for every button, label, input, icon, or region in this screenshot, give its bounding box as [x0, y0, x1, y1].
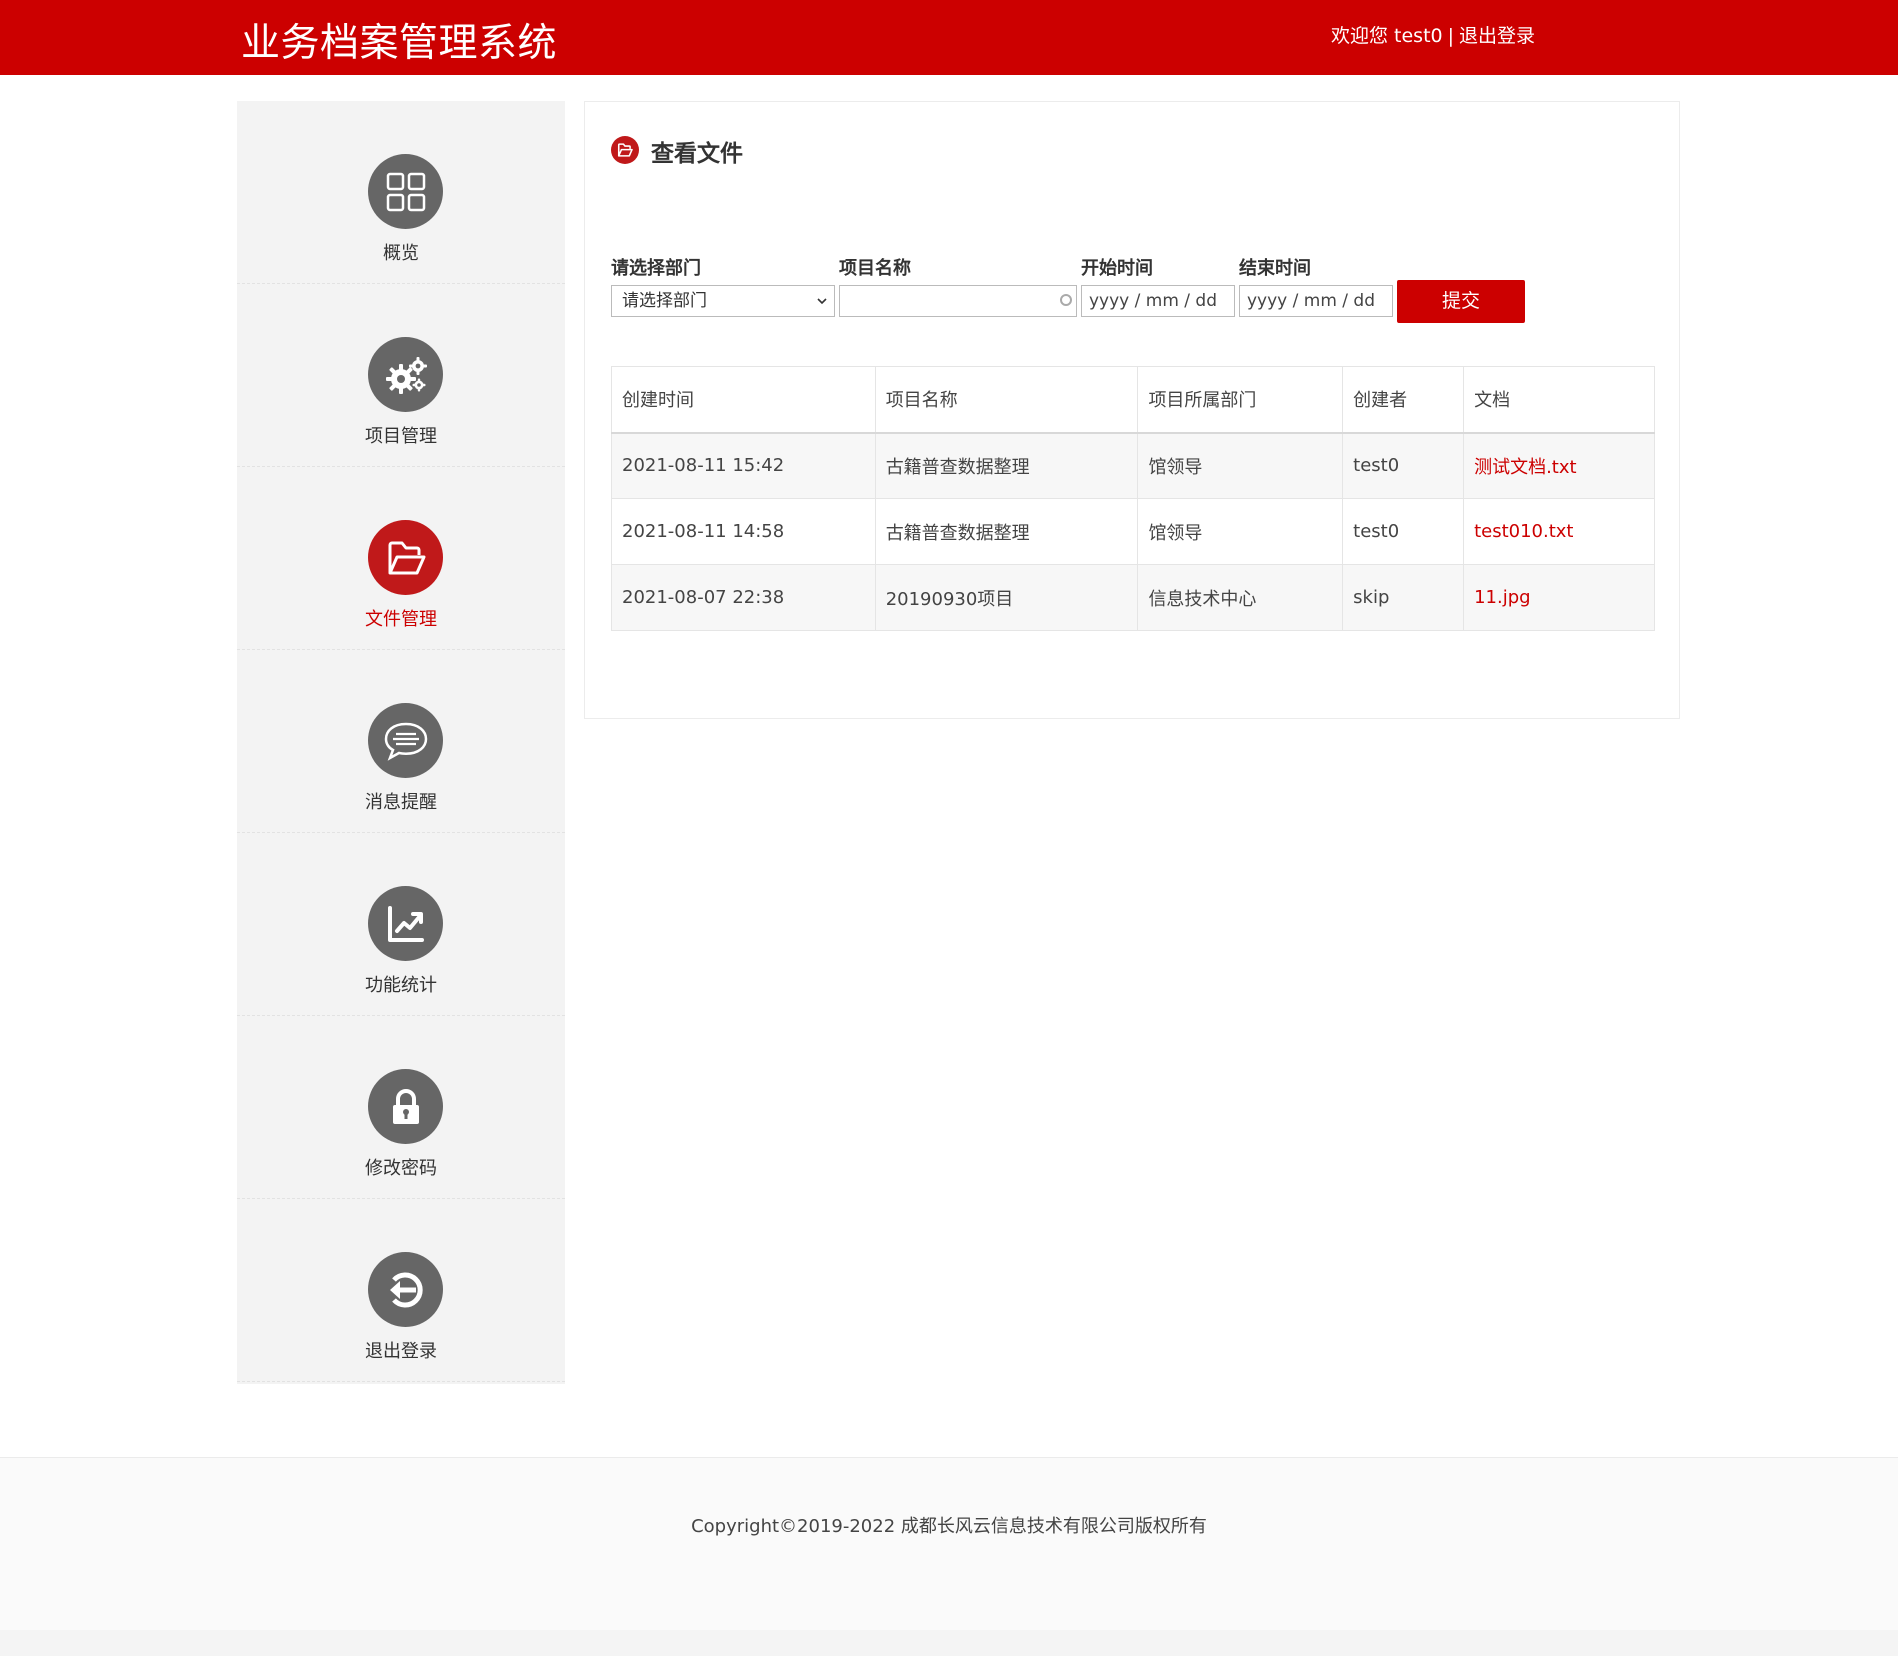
column-header-document: 文档 — [1463, 366, 1655, 434]
footer: Copyright©2019-2022 成都长风云信息技术有限公司版权所有 — [0, 1457, 1898, 1630]
sidebar-item-logout[interactable]: 退出登录 — [237, 1199, 565, 1382]
main-panel: 查看文件 请选择部门 项目名称 开始时间 结束时间 请选择部门 yyyy / m… — [584, 101, 1680, 719]
chevron-down-icon — [817, 298, 827, 305]
cell-project-name: 古籍普查数据整理 — [874, 432, 1139, 499]
circle-icon — [1060, 294, 1072, 306]
project-name-label: 项目名称 — [839, 258, 911, 279]
sidebar-item-label: 文件管理 — [365, 609, 437, 630]
sidebar: 概览 项目管理 文件管理 消息提醒 功能统计 修改密码 退出登录 — [237, 101, 565, 1384]
table-row: 2021-08-07 22:38 20190930项目 信息技术中心 skip … — [611, 564, 1655, 631]
files-table: 创建时间 项目名称 项目所属部门 创建者 文档 2021-08-11 15:42… — [611, 366, 1655, 631]
cell-created-time: 2021-08-07 22:38 — [611, 564, 876, 631]
table-row: 2021-08-11 14:58 古籍普查数据整理 馆领导 test0 test… — [611, 498, 1655, 565]
start-date-label: 开始时间 — [1081, 258, 1153, 279]
submit-button[interactable]: 提交 — [1397, 280, 1525, 323]
end-date-label: 结束时间 — [1239, 258, 1311, 279]
department-filter-label: 请选择部门 — [611, 258, 701, 279]
sidebar-item-label: 消息提醒 — [365, 792, 437, 813]
table-header-row: 创建时间 项目名称 项目所属部门 创建者 文档 — [611, 366, 1655, 434]
sidebar-item-messages[interactable]: 消息提醒 — [237, 650, 565, 833]
document-link[interactable]: test010.txt — [1474, 521, 1573, 542]
cell-document: 11.jpg — [1463, 564, 1655, 631]
sidebar-item-projects[interactable]: 项目管理 — [237, 284, 565, 467]
end-date-placeholder: yyyy / mm / dd — [1247, 291, 1376, 311]
cell-department: 信息技术中心 — [1137, 564, 1344, 631]
start-date-input[interactable]: yyyy / mm / dd — [1081, 285, 1235, 317]
cell-creator: test0 — [1342, 432, 1465, 499]
project-name-input[interactable] — [839, 285, 1077, 317]
table-row: 2021-08-11 15:42 古籍普查数据整理 馆领导 test0 测试文档… — [611, 432, 1655, 499]
lock-icon — [368, 1069, 443, 1144]
sidebar-item-label: 项目管理 — [365, 426, 437, 447]
sidebar-item-overview[interactable]: 概览 — [237, 101, 565, 284]
cell-project-name: 20190930项目 — [874, 564, 1139, 631]
gears-icon — [368, 337, 443, 412]
folder-open-icon — [611, 136, 639, 164]
sidebar-item-files[interactable]: 文件管理 — [237, 467, 565, 650]
page-title: 查看文件 — [651, 141, 743, 167]
document-link[interactable]: 测试文档.txt — [1474, 457, 1577, 478]
cell-project-name: 古籍普查数据整理 — [874, 498, 1139, 565]
grid-icon — [368, 154, 443, 229]
trend-chart-icon — [368, 886, 443, 961]
top-header: 业务档案管理系统 欢迎您 test0 | 退出登录 — [0, 0, 1898, 75]
column-header-department: 项目所属部门 — [1137, 366, 1344, 434]
start-date-placeholder: yyyy / mm / dd — [1089, 291, 1218, 311]
exit-icon — [368, 1252, 443, 1327]
user-bar: 欢迎您 test0 | 退出登录 — [1331, 21, 1535, 48]
sidebar-item-statistics[interactable]: 功能统计 — [237, 833, 565, 1016]
department-select[interactable]: 请选择部门 — [611, 285, 835, 317]
column-header-creator: 创建者 — [1342, 366, 1465, 434]
cell-department: 馆领导 — [1137, 432, 1344, 499]
copyright-text: Copyright©2019-2022 成都长风云信息技术有限公司版权所有 — [691, 1516, 1207, 1537]
site-title: 业务档案管理系统 — [241, 21, 558, 66]
document-link[interactable]: 11.jpg — [1474, 587, 1530, 608]
cell-creator: test0 — [1342, 498, 1465, 565]
cell-department: 馆领导 — [1137, 498, 1344, 565]
chat-bubble-icon — [368, 703, 443, 778]
cell-document: 测试文档.txt — [1463, 432, 1655, 499]
column-header-project-name: 项目名称 — [874, 366, 1139, 434]
department-select-value: 请选择部门 — [622, 291, 707, 311]
page: 业务档案管理系统 欢迎您 test0 | 退出登录 概览 项目管理 文件管理 消… — [0, 0, 1898, 1630]
sidebar-item-label: 功能统计 — [365, 975, 437, 996]
folder-open-icon — [368, 520, 443, 595]
user-bar-separator: | — [1447, 25, 1455, 47]
cell-creator: skip — [1342, 564, 1465, 631]
sidebar-item-label: 修改密码 — [365, 1158, 437, 1179]
welcome-text: 欢迎您 test0 — [1331, 25, 1443, 47]
header-logout-link[interactable]: 退出登录 — [1459, 25, 1535, 47]
sidebar-item-change-password[interactable]: 修改密码 — [237, 1016, 565, 1199]
cell-created-time: 2021-08-11 14:58 — [611, 498, 876, 565]
cell-document: test010.txt — [1463, 498, 1655, 565]
sidebar-item-label: 退出登录 — [365, 1341, 437, 1362]
end-date-input[interactable]: yyyy / mm / dd — [1239, 285, 1393, 317]
column-header-created-time: 创建时间 — [611, 366, 876, 434]
cell-created-time: 2021-08-11 15:42 — [611, 432, 876, 499]
sidebar-item-label: 概览 — [383, 243, 419, 264]
